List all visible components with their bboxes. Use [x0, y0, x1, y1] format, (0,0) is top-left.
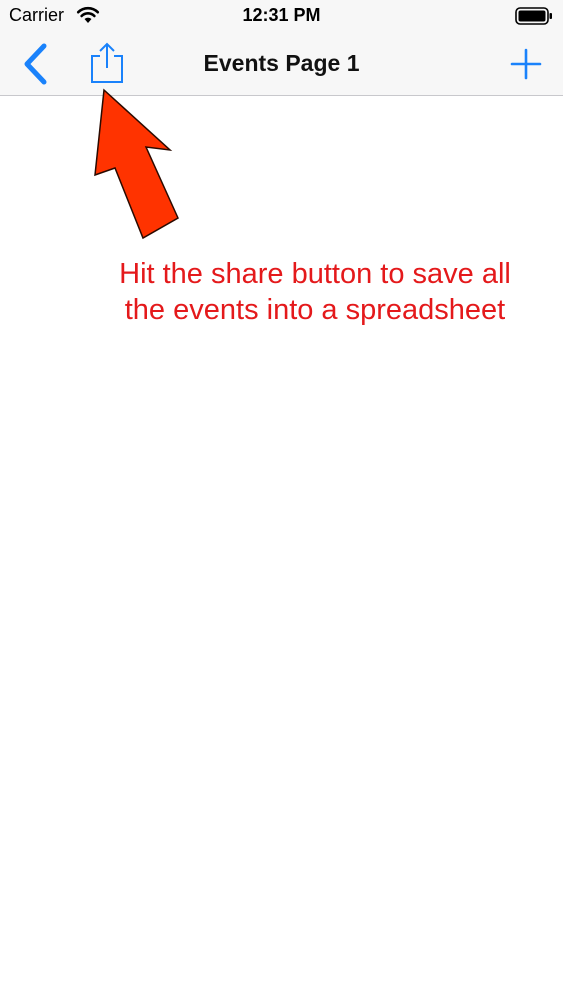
annotation-line-1: Hit the share button to save all	[119, 258, 511, 290]
navigation-bar: Events Page 1	[0, 32, 563, 96]
page-title: Events Page 1	[203, 50, 360, 76]
status-bar: Carrier 12:31 PM	[0, 0, 563, 32]
plus-icon	[510, 48, 542, 80]
red-arrow-icon	[94, 88, 179, 240]
clock: 12:31 PM	[242, 5, 321, 25]
add-button[interactable]	[506, 44, 546, 84]
annotation-text: Hit the share button to save all the eve…	[70, 256, 560, 328]
annotation-line-2: the events into a spreadsheet	[124, 294, 506, 326]
events-list	[0, 97, 563, 1000]
battery-icon	[515, 7, 552, 25]
